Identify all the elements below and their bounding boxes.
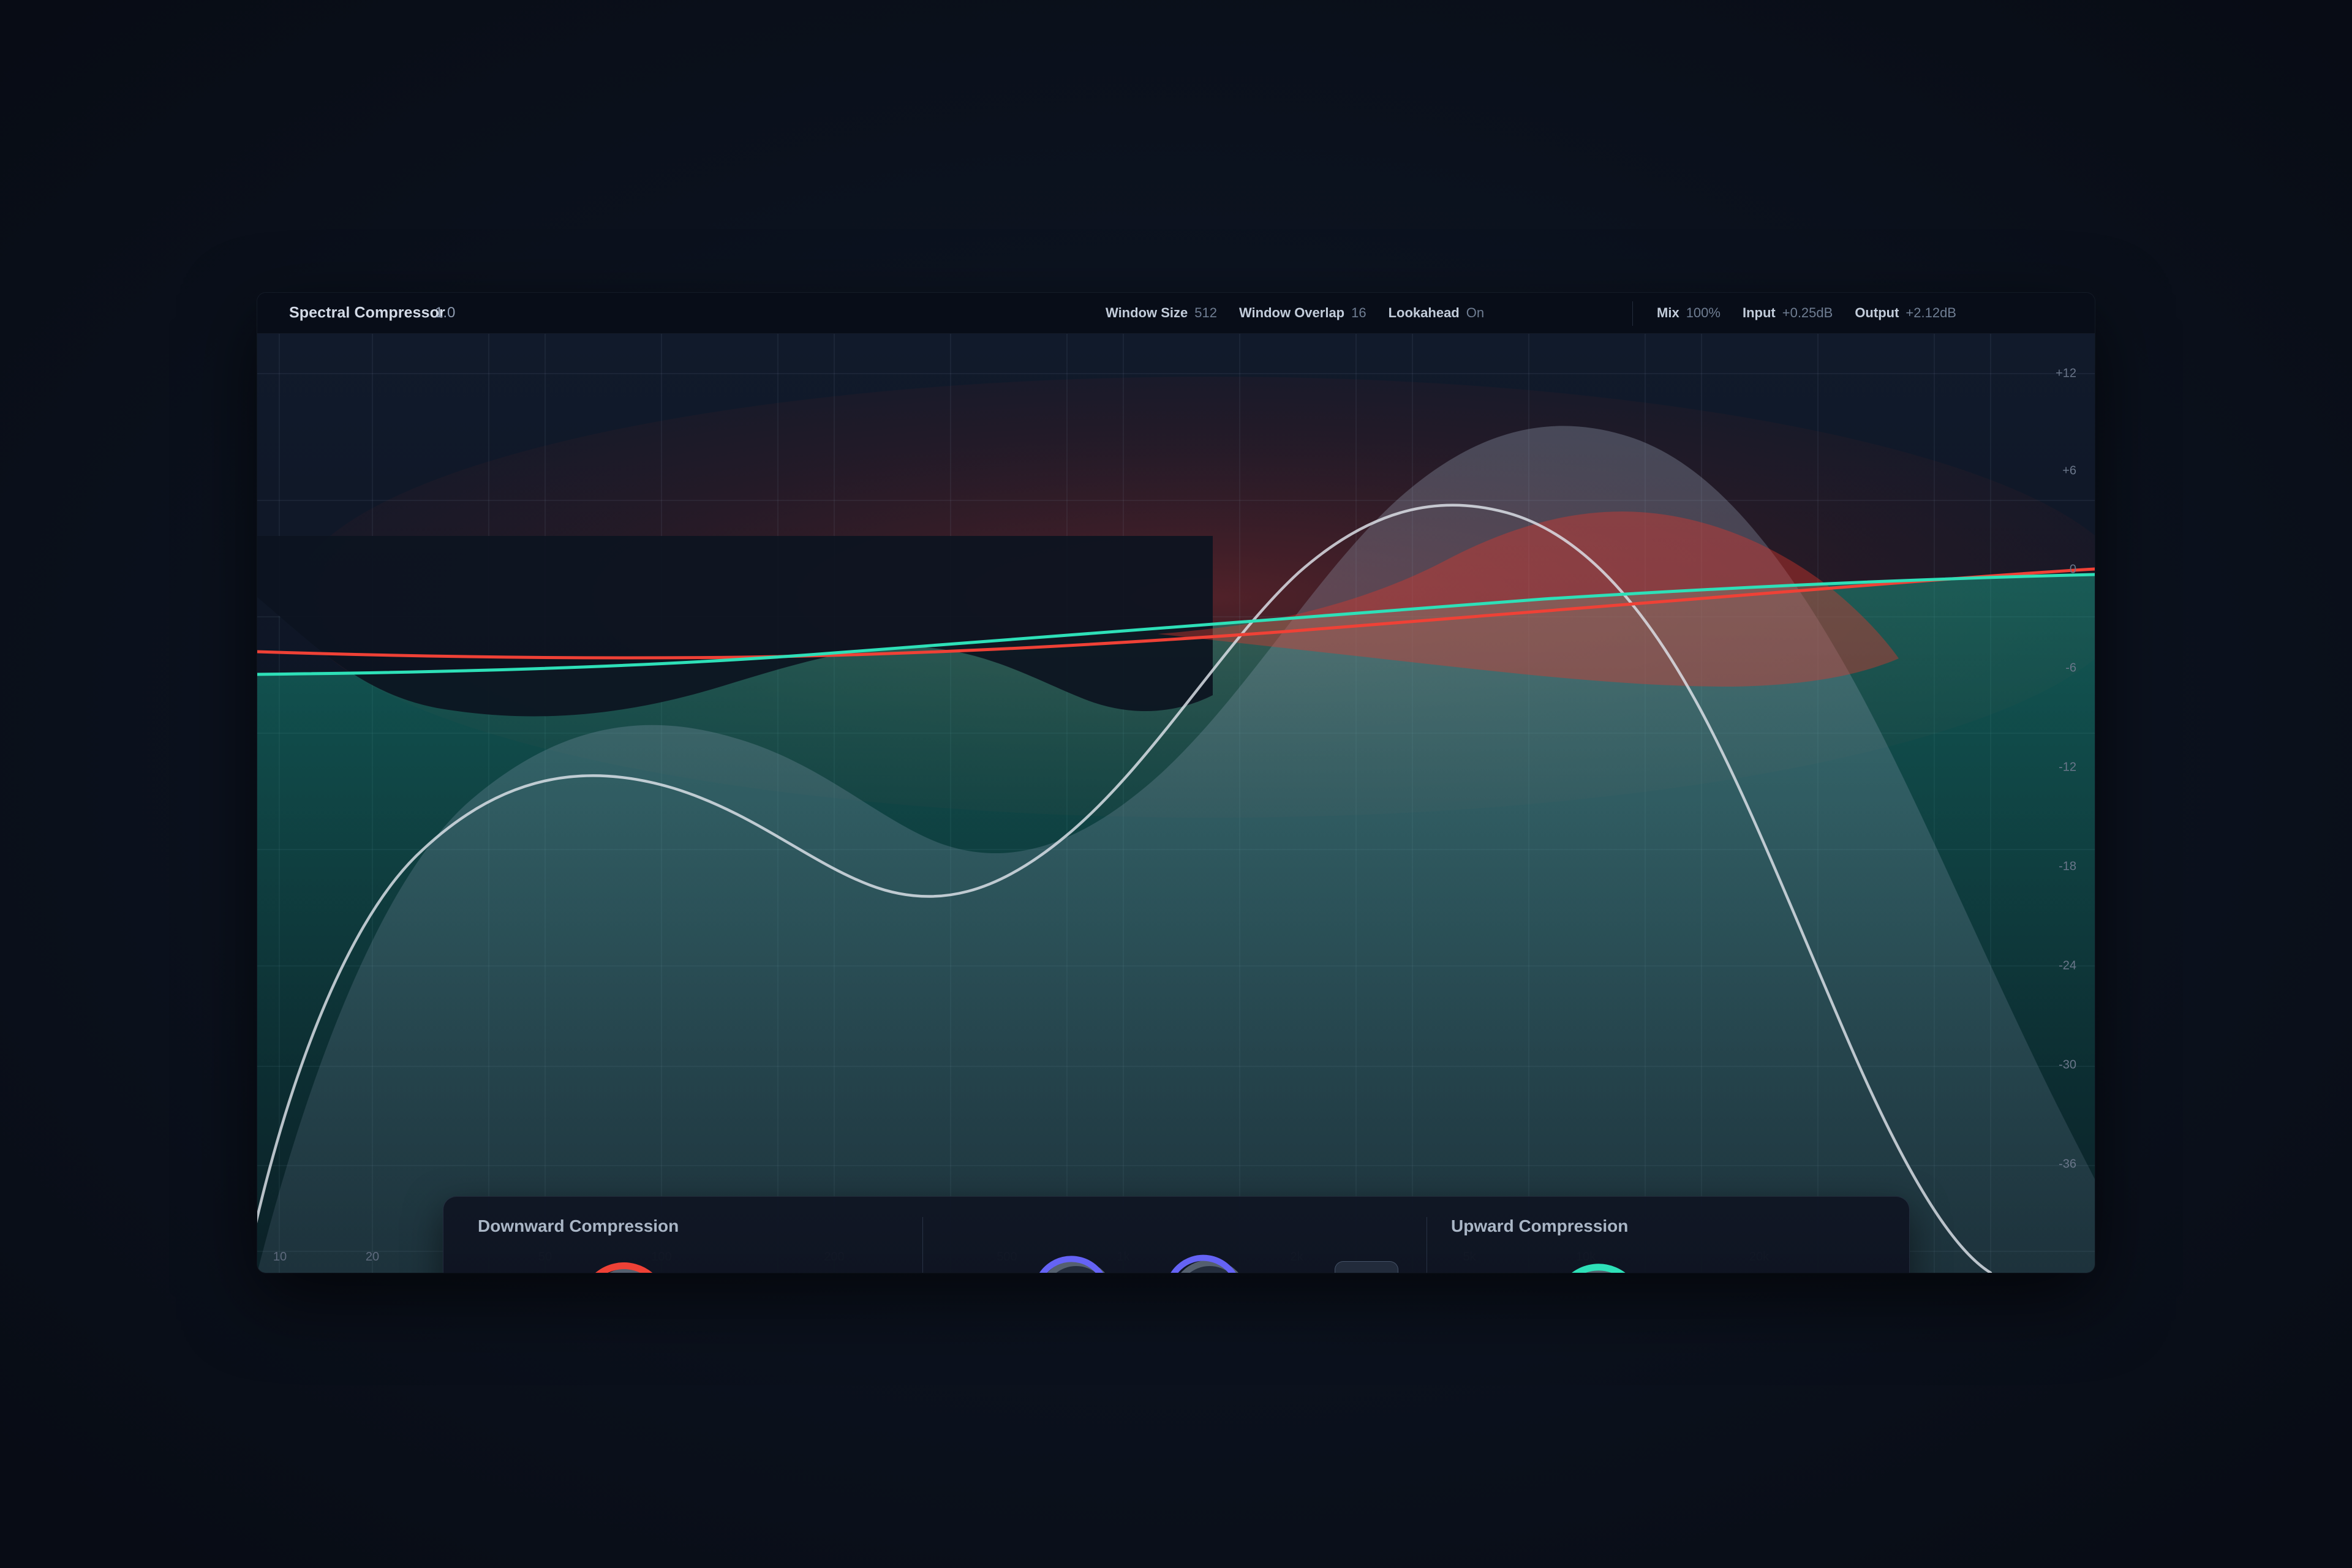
- y-axis-tick: -30: [2059, 1058, 2076, 1072]
- header-output-value: +2.12dB: [1905, 305, 1956, 320]
- panel-divider-left: [922, 1217, 923, 1273]
- header-output[interactable]: Output +2.12dB: [1855, 305, 1956, 321]
- header-lookahead-label: Lookahead: [1388, 305, 1460, 320]
- y-axis-tick: -12: [2059, 760, 2076, 774]
- header-input-label: Input: [1742, 305, 1776, 320]
- curve-graph-icon[interactable]: [1335, 1261, 1398, 1273]
- upward-section-title: Upward Compression: [1451, 1216, 1629, 1235]
- header-lookahead-value: On: [1466, 305, 1485, 320]
- curve-control[interactable]: Curve: [1335, 1261, 1398, 1273]
- ratio-curve-icon: [579, 1261, 681, 1273]
- knob-downward-ratio[interactable]: Ratio: [579, 1261, 681, 1273]
- x-axis-tick: 10: [273, 1250, 287, 1264]
- header-mix-label: Mix: [1657, 305, 1679, 320]
- y-axis-tick: -24: [2059, 959, 2076, 973]
- knob-upward-ratio[interactable]: Ratio: [1552, 1261, 1654, 1273]
- header-mix-value: 100%: [1686, 305, 1721, 320]
- header-window-overlap[interactable]: Window Overlap 16: [1239, 305, 1366, 321]
- screen-background: Spectral Compressor 1.0 Window Size 512 …: [0, 0, 2352, 1568]
- header-input-value: +0.25dB: [1782, 305, 1833, 320]
- header-io-group: Mix 100% Input +0.25dB Output +2.12dB: [1657, 305, 1956, 321]
- knob-timing-attack[interactable]: Attack: [1033, 1255, 1120, 1273]
- header-window-overlap-value: 16: [1351, 305, 1366, 320]
- y-axis-tick: +12: [2056, 366, 2076, 380]
- x-axis-tick: 20: [365, 1250, 380, 1264]
- release-curve-icon: [1166, 1254, 1253, 1273]
- header-window-size[interactable]: Window Size 512: [1106, 305, 1217, 321]
- header-input[interactable]: Input +0.25dB: [1743, 305, 1833, 321]
- attack-curve-icon: [1033, 1255, 1120, 1273]
- y-axis-tick: -18: [2059, 859, 2076, 873]
- y-axis-tick: 0: [2069, 562, 2076, 576]
- header-lookahead[interactable]: Lookahead On: [1389, 305, 1485, 321]
- knob-timing-release[interactable]: Release: [1166, 1254, 1253, 1273]
- y-axis-tick: -36: [2059, 1157, 2076, 1171]
- header-mix[interactable]: Mix 100%: [1657, 305, 1721, 321]
- header-window-size-label: Window Size: [1106, 305, 1188, 320]
- header-output-label: Output: [1855, 305, 1899, 320]
- header-window-overlap-label: Window Overlap: [1238, 305, 1345, 320]
- plugin-window: Spectral Compressor 1.0 Window Size 512 …: [257, 293, 2095, 1273]
- header-divider: [1632, 301, 1633, 326]
- header-window-size-value: 512: [1194, 305, 1217, 320]
- spectrum-analyzer[interactable]: +12 +6 0 -6 -12 -18 -24 -30 -36 10 20 50…: [257, 334, 2095, 1273]
- plugin-title: Spectral Compressor: [289, 304, 445, 322]
- plugin-version: 1.0: [435, 304, 456, 321]
- analyzer-canvas: [257, 334, 2095, 1273]
- y-axis-tick: +6: [2062, 464, 2076, 478]
- plugin-header: Spectral Compressor 1.0 Window Size 512 …: [257, 293, 2095, 334]
- control-panel: Downward Compression Upward Compression: [443, 1196, 1910, 1273]
- header-analysis-group: Window Size 512 Window Overlap 16 Lookah…: [1106, 305, 1484, 321]
- y-axis-tick: -6: [2065, 661, 2076, 675]
- ratio-curve-icon: [1552, 1261, 1654, 1273]
- downward-section-title: Downward Compression: [478, 1216, 679, 1235]
